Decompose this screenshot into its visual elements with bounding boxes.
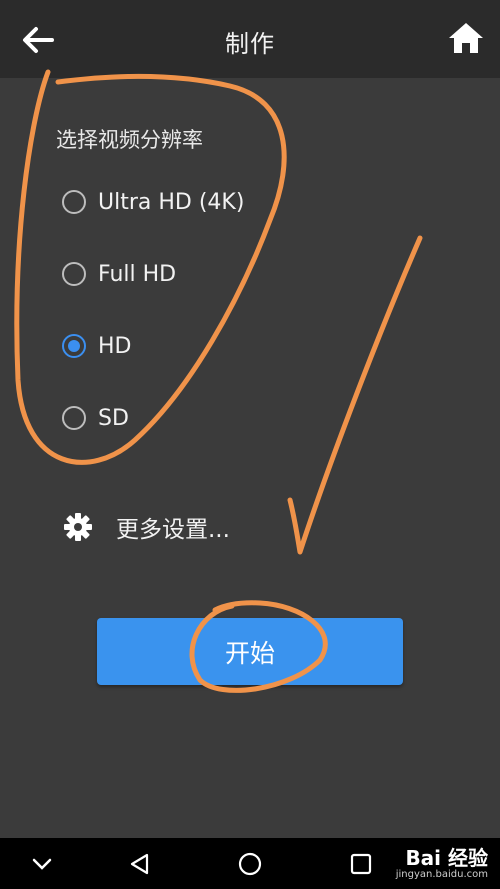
radio-option-hd[interactable]: HD [62,324,131,368]
home-icon[interactable] [446,18,486,58]
radio-option-ultra-hd[interactable]: Ultra HD (4K) [62,180,244,224]
radio-option-sd[interactable]: SD [62,396,129,440]
gear-icon [64,513,92,541]
baidu-jingyan-watermark: Bai 经验 jingyan.baidu.com [396,842,488,886]
collapse-icon[interactable] [28,850,56,878]
radio-label: Ultra HD (4K) [98,189,245,215]
radio-label: SD [98,405,129,431]
radio-option-full-hd[interactable]: Full HD [62,252,176,296]
home-circle-icon[interactable] [236,850,264,878]
back-triangle-icon[interactable] [126,850,154,878]
recents-square-icon[interactable] [347,850,375,878]
start-button[interactable]: 开始 [97,618,403,685]
radio-button-checked[interactable] [62,334,86,358]
annotation-checkmark [287,235,423,555]
page-title: 制作 [225,30,275,58]
radio-button-unchecked[interactable] [62,190,86,214]
resolution-section-label: 选择视频分辨率 [56,128,203,152]
top-app-bar: 制作 [0,0,500,78]
watermark-url: jingyan.baidu.com [395,869,488,880]
radio-label: HD [98,333,132,359]
radio-label: Full HD [98,261,177,287]
radio-button-unchecked[interactable] [62,262,86,286]
radio-button-unchecked[interactable] [62,406,86,430]
more-settings-row[interactable]: 更多设置... [62,505,230,549]
more-settings-label: 更多设置... [116,517,230,543]
start-button-label: 开始 [224,638,275,668]
watermark-logo-text: Bai 经验 [405,846,488,870]
